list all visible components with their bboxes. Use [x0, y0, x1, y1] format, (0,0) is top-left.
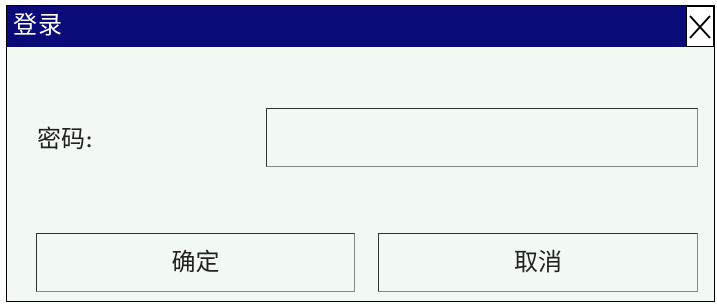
password-input[interactable] [266, 108, 698, 167]
password-label: 密码: [37, 125, 94, 153]
close-icon [689, 15, 711, 39]
close-button[interactable] [686, 6, 714, 47]
title-bar: 登录 [7, 6, 714, 47]
dialog-title: 登录 [13, 11, 63, 39]
cancel-button[interactable]: 取消 [378, 233, 698, 292]
confirm-button[interactable]: 确定 [36, 233, 355, 292]
login-dialog: 登录 密码: 确定 取消 [6, 5, 715, 302]
